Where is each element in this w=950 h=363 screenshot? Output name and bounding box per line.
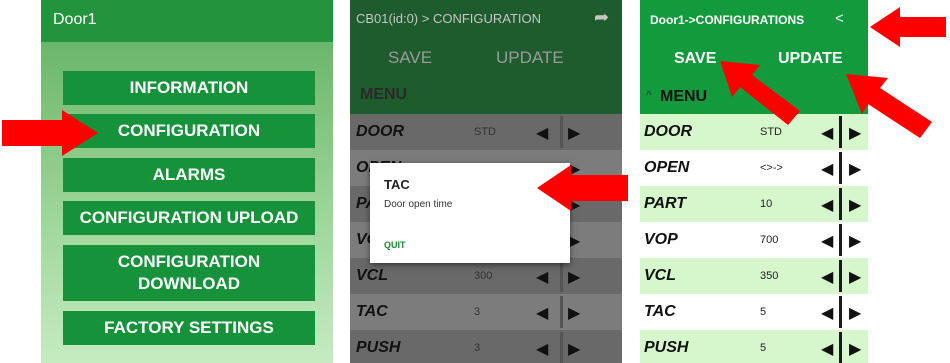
param-name: VCL	[356, 267, 388, 284]
row-push: PUSH 5 ◀ ▶	[640, 330, 868, 363]
forward-icon[interactable]: ➦	[594, 7, 609, 28]
right-arrow-icon[interactable]: ▶	[849, 303, 861, 323]
param-value: 300	[474, 270, 493, 282]
param-value: <>->	[760, 162, 783, 174]
save-button[interactable]: SAVE	[388, 48, 432, 68]
row-separator	[839, 332, 842, 363]
row-separator	[839, 296, 842, 328]
share-icon[interactable]: <	[835, 10, 844, 27]
row-separator	[839, 224, 842, 256]
row-separator	[839, 152, 842, 184]
annotation-arrow-update	[846, 74, 932, 138]
right-arrow-icon[interactable]: ▶	[568, 123, 580, 143]
left-arrow-icon[interactable]: ◀	[536, 303, 548, 323]
configuration-upload-button[interactable]: CONFIGURATION UPLOAD	[63, 201, 315, 235]
update-button[interactable]: UPDATE	[496, 48, 564, 68]
left-arrow-icon[interactable]: ◀	[821, 123, 833, 143]
param-value: 3	[474, 306, 481, 318]
left-arrow-icon[interactable]: ◀	[536, 123, 548, 143]
annotation-arrow-configuration	[2, 110, 98, 156]
row-door: DOOR STD ◀ ▶	[350, 114, 622, 150]
save-button[interactable]: SAVE	[674, 50, 716, 68]
row-separator	[560, 332, 563, 363]
row-vcl: VCL 300 ◀ ▶	[350, 258, 622, 294]
row-separator	[839, 188, 842, 220]
row-separator	[560, 296, 563, 328]
app-bar: Door1	[41, 0, 333, 42]
factory-settings-button[interactable]: FACTORY SETTINGS	[63, 311, 315, 345]
home-screen: Door1 INFORMATION CONFIGURATION ALARMS C…	[41, 0, 333, 363]
param-name: TAC	[644, 303, 676, 320]
row-push: PUSH 3 ◀ ▶	[350, 330, 622, 363]
annotation-arrow-dialog	[537, 165, 628, 211]
right-arrow-icon[interactable]: ▶	[849, 159, 861, 179]
left-arrow-icon[interactable]: ◀	[821, 339, 833, 359]
left-arrow-icon[interactable]: ◀	[536, 339, 548, 359]
param-value: 10	[760, 198, 773, 210]
param-value: 5	[760, 342, 767, 354]
param-name: DOOR	[356, 123, 404, 140]
left-arrow-icon[interactable]: ◀	[821, 231, 833, 251]
dialog-title: TAC	[384, 177, 410, 192]
param-value: 3	[474, 342, 481, 354]
param-name: VCL	[644, 267, 676, 284]
param-name: TAC	[356, 303, 388, 320]
param-value: 700	[760, 234, 779, 246]
param-name: VOP	[644, 231, 678, 248]
param-name: PUSH	[356, 339, 401, 356]
row-vop: VOP 700 ◀ ▶	[640, 222, 868, 258]
param-name: OPEN	[644, 159, 690, 176]
param-name: PART	[644, 195, 687, 212]
configuration-download-button[interactable]: CONFIGURATION DOWNLOAD	[63, 245, 315, 301]
row-tac: TAC 3 ◀ ▶	[350, 294, 622, 330]
param-value: 350	[760, 270, 779, 282]
param-name: DOOR	[644, 123, 692, 140]
param-value: 5	[760, 306, 767, 318]
annotation-arrow-save	[720, 61, 800, 125]
param-value: STD	[474, 126, 496, 138]
row-vcl: VCL 350 ◀ ▶	[640, 258, 868, 294]
annotation-arrow-share	[870, 7, 946, 47]
app-title: Door1	[53, 11, 97, 28]
screen-title: CB01(id:0) > CONFIGURATION	[356, 11, 542, 26]
left-arrow-icon[interactable]: ◀	[821, 159, 833, 179]
row-tac: TAC 5 ◀ ▶	[640, 294, 868, 330]
right-arrow-icon[interactable]: ▶	[849, 231, 861, 251]
right-arrow-icon[interactable]: ▶	[849, 339, 861, 359]
right-arrow-icon[interactable]: ▶	[568, 339, 580, 359]
menu-label[interactable]: MENU	[660, 88, 707, 106]
chevron-up-icon[interactable]: ^	[646, 88, 652, 102]
information-button[interactable]: INFORMATION	[63, 71, 315, 105]
quit-button[interactable]: QUIT	[384, 240, 406, 250]
configuration-button[interactable]: CONFIGURATION	[63, 114, 315, 148]
right-arrow-icon[interactable]: ▶	[849, 267, 861, 287]
right-arrow-icon[interactable]: ▶	[568, 267, 580, 287]
param-value: STD	[760, 126, 782, 138]
right-arrow-icon[interactable]: ▶	[568, 303, 580, 323]
right-arrow-icon[interactable]: ▶	[849, 195, 861, 215]
param-name: PUSH	[644, 339, 689, 356]
row-open: OPEN <>-> ◀ ▶	[640, 150, 868, 186]
row-separator	[839, 260, 842, 292]
left-arrow-icon[interactable]: ◀	[821, 195, 833, 215]
menu-label[interactable]: MENU	[360, 86, 407, 104]
screen-title: Door1->CONFIGURATIONS	[650, 13, 805, 27]
alarms-button[interactable]: ALARMS	[63, 158, 315, 192]
left-arrow-icon[interactable]: ◀	[821, 303, 833, 323]
row-separator	[560, 260, 563, 292]
dialog-message: Door open time	[384, 199, 453, 210]
row-part: PART 10 ◀ ▶	[640, 186, 868, 222]
left-arrow-icon[interactable]: ◀	[821, 267, 833, 287]
left-arrow-icon[interactable]: ◀	[536, 267, 548, 287]
row-separator	[560, 116, 563, 148]
